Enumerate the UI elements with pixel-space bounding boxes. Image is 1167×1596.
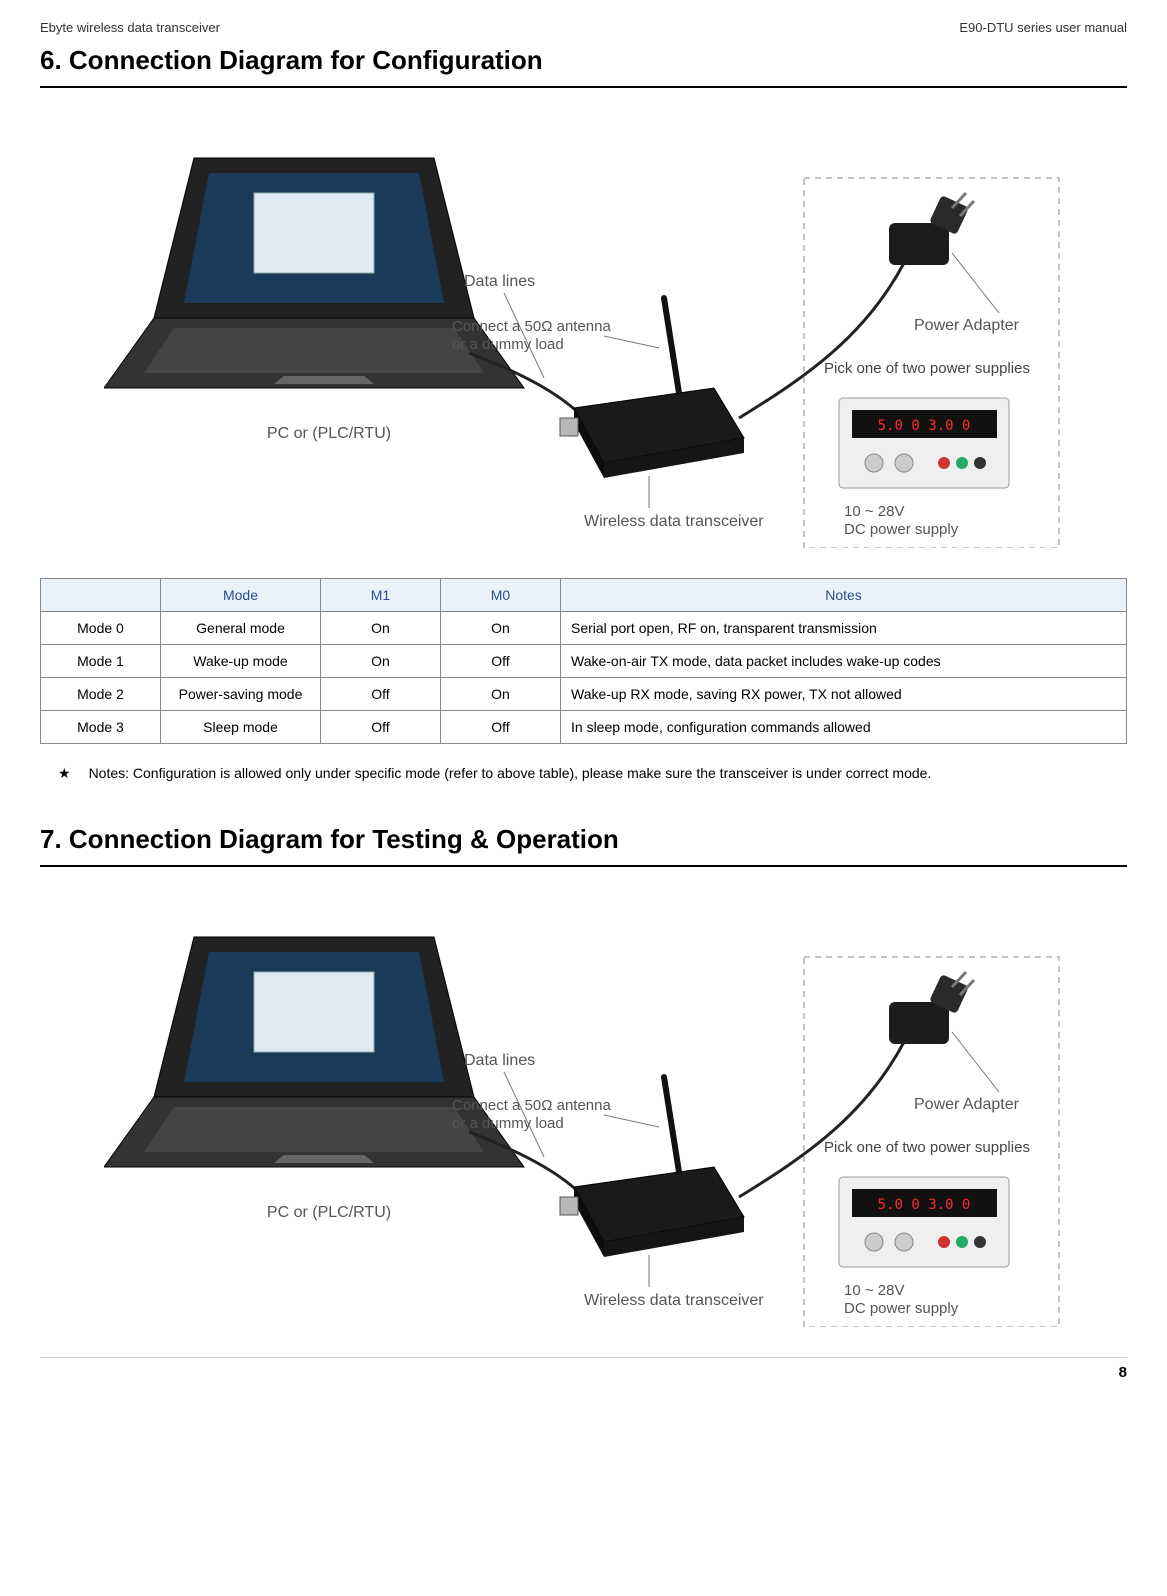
cell-mode-id: Mode 1 xyxy=(41,645,161,678)
cell-mode-name: Wake-up mode xyxy=(161,645,321,678)
label-pc: PC or (PLC/RTU) xyxy=(266,425,390,442)
leader-adapter xyxy=(952,253,999,313)
th-m0: M0 xyxy=(441,579,561,612)
cell-m0: On xyxy=(441,678,561,711)
page-number: 8 xyxy=(1119,1364,1127,1381)
cell-mode-name: Sleep mode xyxy=(161,711,321,744)
th-notes: Notes xyxy=(561,579,1127,612)
label-pc: PC or (PLC/RTU) xyxy=(266,1204,390,1221)
label-dc-1: 10 ~ 28V xyxy=(844,1282,904,1299)
leader-adapter xyxy=(952,1032,999,1092)
cell-m0: Off xyxy=(441,711,561,744)
cell-notes: Serial port open, RF on, transparent tra… xyxy=(561,612,1127,645)
diagram-testing: PC or (PLC/RTU) Data lines Wireless data… xyxy=(40,897,1127,1327)
label-dc-2: DC power supply xyxy=(844,521,959,538)
section-6-title: 6. Connection Diagram for Configuration xyxy=(40,45,1127,76)
table-header-row: Mode M1 M0 Notes xyxy=(41,579,1127,612)
leader-antenna xyxy=(604,1115,659,1127)
label-antenna-1: Connect a 50Ω antenna xyxy=(452,318,611,335)
cell-m1: On xyxy=(321,612,441,645)
laptop-icon xyxy=(104,158,524,388)
psu-display: 5.0 0 3.0 0 xyxy=(877,1197,970,1213)
label-antenna-2: or a dummy load xyxy=(452,336,564,353)
note-line: ★ Notes: Configuration is allowed only u… xyxy=(40,764,1127,784)
label-data-lines: Data lines xyxy=(464,273,535,290)
label-antenna-1: Connect a 50Ω antenna xyxy=(452,1097,611,1114)
label-data-lines: Data lines xyxy=(464,1052,535,1069)
cell-m1: Off xyxy=(321,678,441,711)
psu-display: 5.0 0 3.0 0 xyxy=(877,418,970,434)
table-row: Mode 1 Wake-up mode On Off Wake-on-air T… xyxy=(41,645,1127,678)
leader-antenna xyxy=(604,336,659,348)
cell-mode-id: Mode 3 xyxy=(41,711,161,744)
cell-mode-name: Power-saving mode xyxy=(161,678,321,711)
table-row: Mode 3 Sleep mode Off Off In sleep mode,… xyxy=(41,711,1127,744)
table-row: Mode 0 General mode On On Serial port op… xyxy=(41,612,1127,645)
cell-notes: Wake-up RX mode, saving RX power, TX not… xyxy=(561,678,1127,711)
diagram-configuration: PC or (PLC/RTU) Data lines Wireless data… xyxy=(40,118,1127,548)
diagram-svg: PC or (PLC/RTU) Data lines Wireless data… xyxy=(104,897,1064,1327)
label-dc-1: 10 ~ 28V xyxy=(844,503,904,520)
page-footer: 8 xyxy=(40,1357,1127,1381)
th-mode: Mode xyxy=(161,579,321,612)
header-left: Ebyte wireless data transceiver xyxy=(40,20,220,35)
section-rule xyxy=(40,865,1127,867)
cell-notes: In sleep mode, configuration commands al… xyxy=(561,711,1127,744)
page-header: Ebyte wireless data transceiver E90-DTU … xyxy=(40,20,1127,35)
label-power-adapter: Power Adapter xyxy=(914,317,1020,334)
laptop-icon xyxy=(104,937,524,1167)
cell-notes: Wake-on-air TX mode, data packet include… xyxy=(561,645,1127,678)
cell-mode-name: General mode xyxy=(161,612,321,645)
note-text: Notes: Configuration is allowed only und… xyxy=(89,764,1127,784)
power-adapter-icon xyxy=(739,972,974,1197)
cell-m0: On xyxy=(441,612,561,645)
star-icon: ★ xyxy=(58,764,71,784)
section-7-title: 7. Connection Diagram for Testing & Oper… xyxy=(40,824,1127,855)
label-transceiver: Wireless data transceiver xyxy=(584,513,764,530)
power-adapter-icon xyxy=(739,193,974,418)
table-row: Mode 2 Power-saving mode Off On Wake-up … xyxy=(41,678,1127,711)
diagram-svg: PC or (PLC/RTU) Data lines Wireless data… xyxy=(104,118,1064,548)
header-right: E90-DTU series user manual xyxy=(959,20,1127,35)
label-antenna-2: or a dummy load xyxy=(452,1115,564,1132)
section-rule xyxy=(40,86,1127,88)
dc-supply-icon: 5.0 0 3.0 0 xyxy=(839,398,1009,488)
th-blank xyxy=(41,579,161,612)
label-pick-one: Pick one of two power supplies xyxy=(824,360,1030,377)
cell-m0: Off xyxy=(441,645,561,678)
label-power-adapter: Power Adapter xyxy=(914,1096,1020,1113)
cell-mode-id: Mode 0 xyxy=(41,612,161,645)
cell-m1: Off xyxy=(321,711,441,744)
label-transceiver: Wireless data transceiver xyxy=(584,1292,764,1309)
mode-table: Mode M1 M0 Notes Mode 0 General mode On … xyxy=(40,578,1127,744)
th-m1: M1 xyxy=(321,579,441,612)
cell-m1: On xyxy=(321,645,441,678)
label-dc-2: DC power supply xyxy=(844,1300,959,1317)
dc-supply-icon: 5.0 0 3.0 0 xyxy=(839,1177,1009,1267)
cell-mode-id: Mode 2 xyxy=(41,678,161,711)
label-pick-one: Pick one of two power supplies xyxy=(824,1139,1030,1156)
